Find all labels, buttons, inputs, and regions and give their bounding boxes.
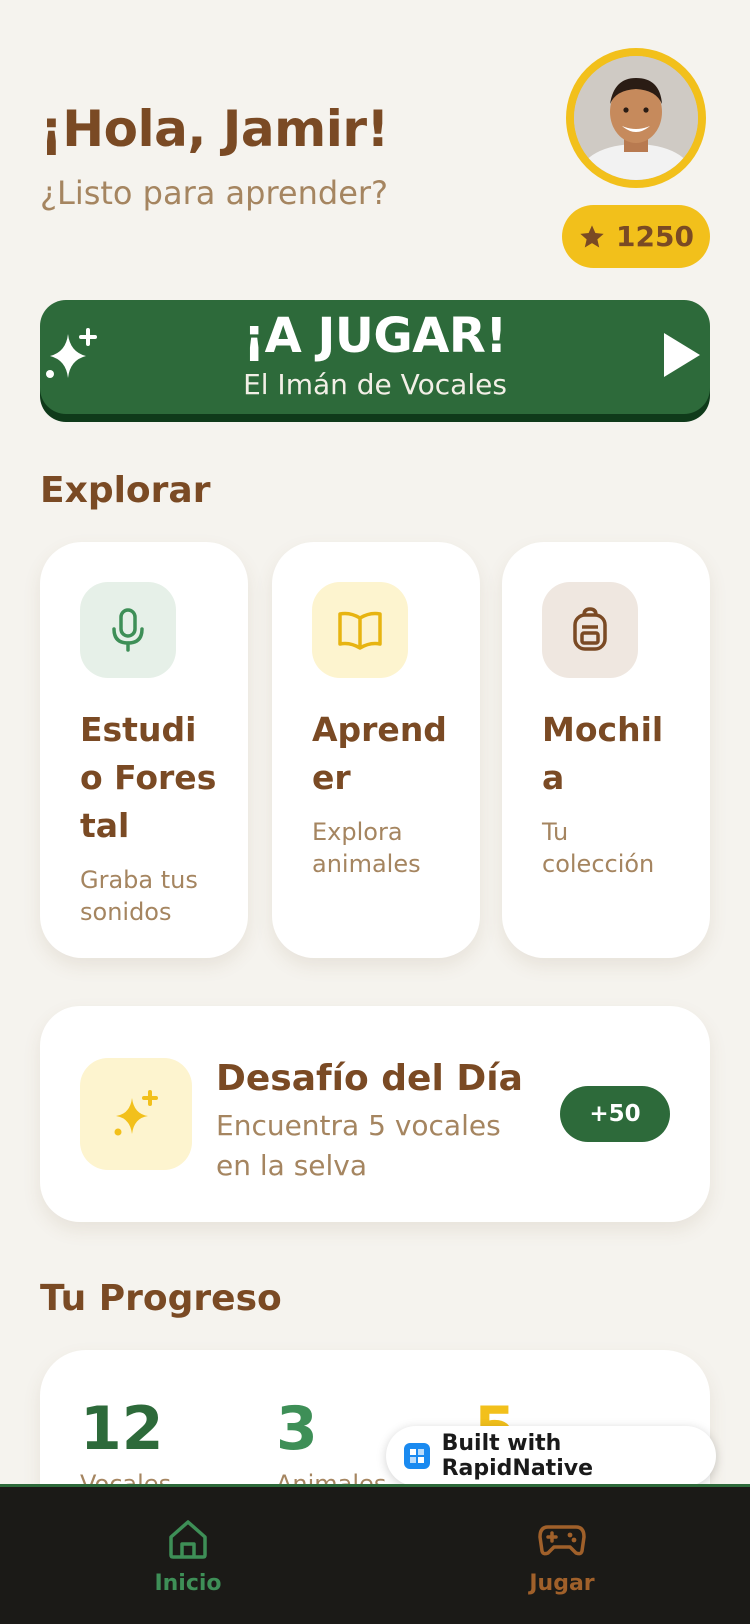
- nav-item-jugar[interactable]: Jugar: [482, 1517, 642, 1596]
- challenge-subtitle: Encuentra 5 vocales en la selva: [216, 1109, 501, 1182]
- play-button[interactable]: ¡A JUGAR! El Imán de Vocales: [40, 300, 710, 414]
- built-with-text: Built with RapidNative: [441, 1431, 593, 1481]
- microphone-icon: [112, 608, 144, 652]
- card-subtitle: Graba tus sonidos: [80, 866, 198, 926]
- nav-label: Jugar: [529, 1571, 595, 1596]
- challenge-icon-box: [80, 1058, 192, 1170]
- card-title-text: Mochila: [542, 710, 664, 797]
- stat-animales: 3 Animales: [276, 1394, 386, 1498]
- card-title: Aprender Explora animales: [312, 706, 450, 880]
- home-screen: ¡Hola, Jamir! ¿Listo para aprender? 1250…: [0, 0, 750, 1624]
- nav-item-inicio[interactable]: Inicio: [108, 1517, 268, 1596]
- stat-value: 12: [80, 1394, 164, 1464]
- stat-vocales: 12 Vocales: [80, 1394, 171, 1498]
- built-with-badge[interactable]: Built with RapidNative: [386, 1426, 716, 1486]
- rapidnative-logo-icon: [404, 1443, 430, 1469]
- daily-challenge-card[interactable]: Desafío del Día Encuentra 5 vocales en l…: [40, 1006, 710, 1222]
- greeting-title: ¡Hola, Jamir!: [40, 100, 389, 158]
- card-title-text: Aprender: [312, 710, 447, 797]
- backpack-icon: [573, 607, 607, 651]
- play-title: ¡A JUGAR!: [243, 308, 507, 364]
- gamepad-icon: [538, 1525, 586, 1556]
- sparkles-icon: [114, 1090, 158, 1136]
- card-subtitle: Tu colección: [542, 818, 655, 878]
- book-icon: [338, 611, 382, 650]
- card-subtitle: Explora animales: [312, 818, 421, 878]
- play-subtitle: El Imán de Vocales: [243, 368, 507, 401]
- challenge-title: Desafío del Día: [216, 1058, 523, 1099]
- challenge-reward-badge: +50: [560, 1086, 670, 1142]
- avatar[interactable]: [566, 48, 706, 188]
- card-title: Estudio Forestal Graba tus sonidos: [80, 706, 218, 928]
- card-title: Mochila Tu colección: [542, 706, 680, 880]
- greeting-subtitle: ¿Listo para aprender?: [40, 174, 389, 212]
- star-icon: [580, 224, 604, 247]
- points-badge[interactable]: 1250: [562, 205, 710, 268]
- explore-card-mochila[interactable]: Mochila Tu colección: [502, 542, 710, 958]
- home-icon: [169, 1520, 207, 1559]
- card-icon-box: [312, 582, 408, 678]
- explore-card-estudio[interactable]: Estudio Forestal Graba tus sonidos: [40, 542, 248, 958]
- explore-title: Explorar: [40, 470, 211, 511]
- stat-value: 3: [276, 1394, 318, 1464]
- bottom-nav: Inicio Jugar: [0, 1484, 750, 1624]
- progress-title: Tu Progreso: [40, 1278, 282, 1319]
- card-icon-box: [80, 582, 176, 678]
- play-arrow-icon: [664, 333, 700, 377]
- card-title-text: Estudio Forestal: [80, 710, 217, 845]
- card-icon-box: [542, 582, 638, 678]
- nav-label: Inicio: [154, 1571, 222, 1596]
- points-value: 1250: [616, 220, 694, 253]
- explore-card-aprender[interactable]: Aprender Explora animales: [272, 542, 480, 958]
